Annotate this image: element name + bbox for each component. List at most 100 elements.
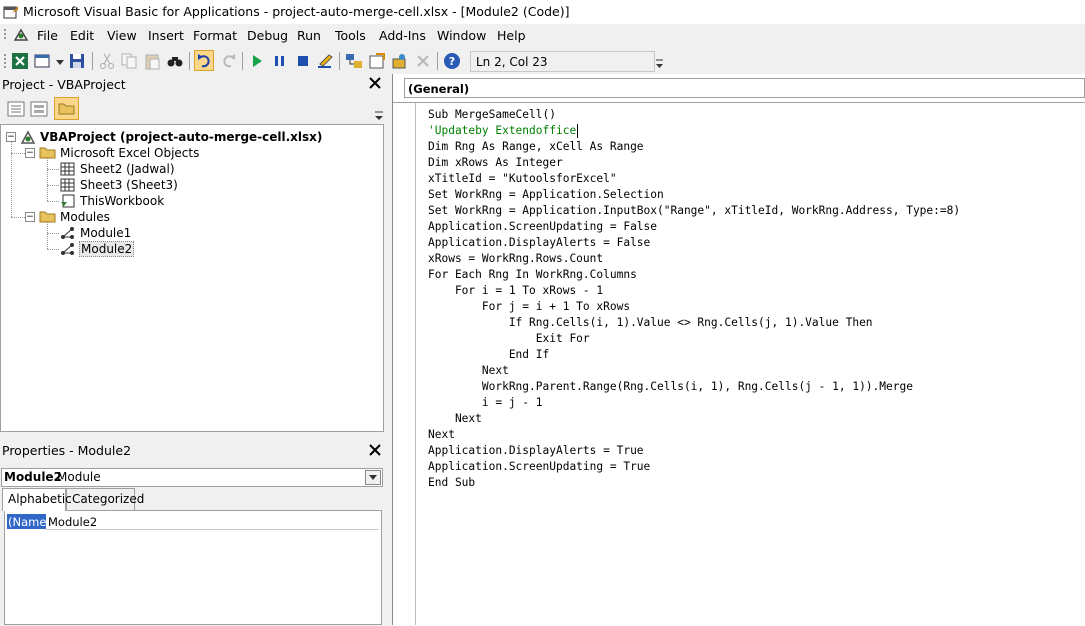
code-line[interactable]: For Each Rng In WorkRng.Columns	[428, 267, 637, 283]
menu-view[interactable]: View	[107, 28, 137, 43]
property-name-cell[interactable]: (Name)	[7, 514, 51, 529]
code-line[interactable]: 'Updateby Extendoffice	[428, 123, 576, 139]
cursor-position-text: Ln 2, Col 23	[476, 55, 548, 69]
object-browser-icon[interactable]	[391, 52, 409, 70]
cut-icon[interactable]	[98, 52, 116, 70]
toggle-folders-button[interactable]	[54, 97, 79, 120]
code-line[interactable]: Application.DisplayAlerts = True	[428, 443, 644, 459]
menu-format[interactable]: Format	[193, 28, 237, 43]
code-line[interactable]: For i = 1 To xRows - 1	[428, 283, 603, 299]
menu-file[interactable]: File	[37, 28, 58, 43]
copy-icon[interactable]	[120, 52, 138, 70]
tab-alphabetic[interactable]: Alphabetic	[2, 488, 72, 511]
find-icon[interactable]	[166, 52, 184, 70]
pane-options-icon[interactable]	[374, 106, 384, 122]
vba-project-icon	[20, 130, 36, 144]
tab-label: Alphabetic	[8, 492, 72, 506]
toolbar-grip-icon	[4, 54, 6, 68]
collapse-root-toggle[interactable]: −	[6, 132, 16, 142]
menu-tools[interactable]: Tools	[335, 28, 366, 43]
undo-icon	[198, 54, 210, 68]
help-icon[interactable]: ?	[443, 52, 461, 70]
dropdown-arrow-icon[interactable]	[56, 60, 64, 65]
code-line[interactable]: If Rng.Cells(i, 1).Value <> Rng.Cells(j,…	[428, 315, 873, 331]
menu-edit[interactable]: Edit	[70, 28, 94, 43]
window-title: Microsoft Visual Basic for Applications …	[23, 4, 570, 19]
tree-label: Module1	[80, 226, 132, 240]
menu-run[interactable]: Run	[297, 28, 321, 43]
code-line[interactable]: Sub MergeSameCell()	[428, 107, 556, 123]
code-line[interactable]: i = j - 1	[428, 395, 543, 411]
object-combo[interactable]: (General)	[404, 78, 1085, 98]
toolbar-separator	[437, 52, 438, 70]
property-value: Module2	[48, 515, 98, 529]
object-name: Module2	[4, 470, 62, 484]
code-line[interactable]: WorkRng.Parent.Range(Rng.Cells(i, 1), Rn…	[428, 379, 913, 395]
folder-open-icon	[39, 147, 56, 159]
redo-icon[interactable]	[219, 52, 237, 70]
project-tree[interactable]: − VBAProject (project-auto-merge-cell.xl…	[0, 124, 384, 432]
insert-userform-icon[interactable]	[34, 52, 52, 70]
design-mode-icon[interactable]	[316, 52, 334, 70]
vba-logo-icon[interactable]	[12, 26, 30, 44]
code-line[interactable]: Dim xRows As Integer	[428, 155, 563, 171]
tab-categorized[interactable]: Categorized	[66, 488, 144, 510]
toolbar-separator	[242, 52, 243, 70]
code-line[interactable]: For j = i + 1 To xRows	[428, 299, 630, 315]
properties-pane-header: Properties - Module2	[0, 440, 386, 460]
folder-open-icon	[39, 211, 56, 223]
object-combo-value: (General)	[408, 82, 470, 96]
code-line[interactable]: End Sub	[428, 475, 475, 491]
code-line[interactable]: Application.DisplayAlerts = False	[428, 235, 650, 251]
view-code-icon[interactable]	[7, 101, 25, 117]
code-line[interactable]: Next	[428, 411, 482, 427]
toolbox-icon[interactable]	[414, 52, 432, 70]
object-selector[interactable]: Module2 Module	[1, 468, 383, 487]
toolbar-options-icon[interactable]	[655, 54, 664, 70]
svg-text:?: ?	[449, 55, 455, 68]
tab-label: Categorized	[72, 492, 145, 506]
chevron-down-icon	[369, 475, 377, 480]
project-close-button[interactable]	[367, 76, 383, 92]
menu-window[interactable]: Window	[437, 28, 486, 43]
toolbar-separator	[189, 52, 190, 70]
object-selector-dropdown[interactable]	[365, 470, 381, 485]
project-explorer-icon[interactable]	[345, 52, 363, 70]
code-line[interactable]: Set WorkRng = Application.InputBox("Rang…	[428, 203, 960, 219]
worksheet-icon	[60, 178, 75, 192]
collapse-modules-toggle[interactable]: −	[25, 212, 35, 222]
code-line[interactable]: Application.ScreenUpdating = False	[428, 219, 657, 235]
standard-toolbar: ? Ln 2, Col 23	[0, 48, 668, 74]
menu-help[interactable]: Help	[497, 28, 526, 43]
code-margin[interactable]	[393, 103, 416, 625]
break-icon[interactable]	[271, 52, 289, 70]
property-value-cell[interactable]: Module2	[46, 514, 379, 530]
view-excel-icon[interactable]	[11, 52, 29, 70]
view-object-icon[interactable]	[30, 101, 48, 117]
code-line[interactable]: Exit For	[428, 331, 590, 347]
code-line[interactable]: Dim Rng As Range, xCell As Range	[428, 139, 644, 155]
tree-label: VBAProject (project-auto-merge-cell.xlsx…	[40, 130, 323, 144]
save-icon[interactable]	[68, 52, 86, 70]
undo-button[interactable]	[194, 50, 214, 71]
run-icon[interactable]	[248, 52, 266, 70]
menu-insert[interactable]: Insert	[148, 28, 184, 43]
code-line[interactable]: Application.ScreenUpdating = True	[428, 459, 650, 475]
code-line[interactable]: Set WorkRng = Application.Selection	[428, 187, 664, 203]
paste-icon[interactable]	[143, 52, 161, 70]
code-line[interactable]: Next	[428, 363, 509, 379]
tree-line	[11, 217, 25, 218]
code-line[interactable]: Next	[428, 427, 455, 443]
properties-grid[interactable]: (Name) Module2	[4, 510, 382, 625]
code-line[interactable]: xTitleId = "KutoolsforExcel"	[428, 171, 617, 187]
collapse-excel-objects-toggle[interactable]: −	[25, 148, 35, 158]
menu-add-ins[interactable]: Add-Ins	[379, 28, 426, 43]
properties-close-button[interactable]	[367, 443, 383, 459]
reset-icon[interactable]	[294, 52, 312, 70]
tree-line	[11, 153, 25, 154]
code-line[interactable]: xRows = WorkRng.Rows.Count	[428, 251, 603, 267]
menu-debug[interactable]: Debug	[247, 28, 288, 43]
properties-window-icon[interactable]	[368, 52, 386, 70]
code-line[interactable]: End If	[428, 347, 549, 363]
module-icon	[61, 227, 74, 239]
